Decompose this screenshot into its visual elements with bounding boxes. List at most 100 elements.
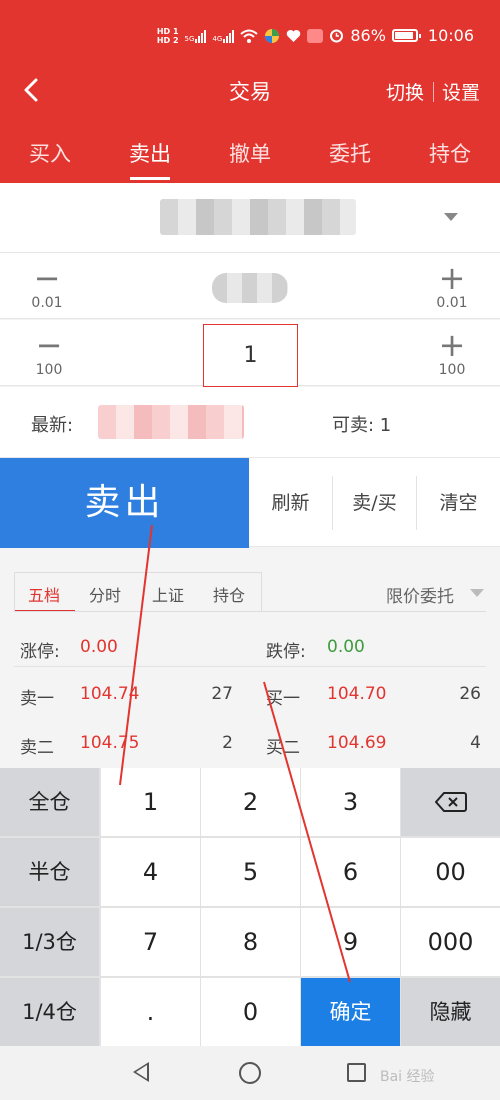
signal-icon: 5G: [185, 29, 207, 43]
chevron-down-icon[interactable]: [470, 589, 484, 597]
watermark: Bai 经验: [380, 1069, 435, 1085]
bid1-label: 买一: [266, 689, 300, 709]
latest-price-redacted: [98, 405, 244, 439]
bid2-price[interactable]: 104.69: [327, 733, 386, 753]
divider: [14, 666, 486, 667]
refresh-button[interactable]: 刷新: [249, 458, 332, 548]
tab-intraday[interactable]: 分时: [89, 582, 121, 606]
key-9[interactable]: 9: [301, 908, 400, 976]
clear-button[interactable]: 清空: [417, 458, 500, 548]
limit-down-label: 跌停:: [266, 642, 306, 662]
bid2-label: 买二: [266, 738, 300, 758]
qty-plus-button[interactable]: + 100: [407, 320, 497, 386]
title-bar: 交易 切换 设置: [0, 70, 500, 112]
bid1-price[interactable]: 104.70: [327, 684, 386, 704]
key-00[interactable]: 00: [401, 838, 500, 906]
nav-home-icon[interactable]: [239, 1062, 261, 1084]
key-8[interactable]: 8: [201, 908, 300, 976]
nav-recents-icon[interactable]: [347, 1063, 366, 1082]
header-divider: [433, 82, 434, 102]
key-quarter-position[interactable]: 1/4仓: [0, 978, 99, 1046]
app-icon: [265, 28, 280, 43]
plus-icon: +: [438, 259, 466, 297]
confirm-button[interactable]: 确定: [301, 978, 400, 1046]
hd-indicator: HD 1 HD 2: [156, 26, 179, 45]
ask2-label: 卖二: [20, 738, 54, 758]
minus-icon: −: [33, 259, 61, 297]
tab-sell[interactable]: 卖出: [100, 138, 200, 168]
sellable-quantity: 可卖: 1: [332, 415, 392, 436]
limit-up-label: 涨停:: [20, 642, 60, 662]
minus-icon: −: [35, 326, 63, 364]
signal-icon-2: 4G: [212, 29, 235, 43]
switch-button[interactable]: 切换: [386, 78, 424, 105]
order-type-select[interactable]: 限价委托: [386, 582, 454, 607]
heart-icon: [287, 29, 301, 42]
price-minus-button[interactable]: − 0.01: [2, 253, 92, 319]
key-full-position[interactable]: 全仓: [0, 768, 99, 836]
chevron-down-icon[interactable]: [444, 213, 458, 221]
tab-cancel[interactable]: 撤单: [200, 138, 300, 168]
key-5[interactable]: 5: [201, 838, 300, 906]
hide-keyboard-button[interactable]: 隐藏: [401, 978, 500, 1046]
status-icons: HD 1 HD 2 5G 4G 86% 10:06: [157, 26, 474, 45]
tab-orders[interactable]: 委托: [300, 138, 400, 168]
clock: 10:06: [427, 26, 474, 45]
key-dot[interactable]: .: [101, 978, 200, 1046]
key-7[interactable]: 7: [101, 908, 200, 976]
tab-buy[interactable]: 买入: [0, 138, 100, 168]
price-stepper: − 0.01 + 0.01: [0, 253, 500, 319]
key-0[interactable]: 0: [201, 978, 300, 1046]
ask1-label: 卖一: [20, 689, 54, 709]
nav-back-icon[interactable]: [133, 1062, 149, 1082]
limit-down-value: 0.00: [327, 637, 365, 657]
ask2-price[interactable]: 104.75: [80, 733, 139, 753]
system-nav-bar: Bai 经验: [0, 1046, 500, 1100]
tab-shanghai-index[interactable]: 上证: [152, 582, 184, 606]
battery-percent: 86%: [350, 26, 386, 45]
sell-buy-button[interactable]: 卖/买: [333, 458, 416, 548]
tab-holdings[interactable]: 持仓: [213, 582, 245, 606]
backspace-key[interactable]: [401, 768, 500, 836]
qty-minus-button[interactable]: − 100: [4, 320, 94, 386]
key-4[interactable]: 4: [101, 838, 200, 906]
quantity-input[interactable]: 1: [203, 324, 298, 387]
latest-price-label: 最新:: [31, 415, 74, 436]
plus-icon: +: [438, 326, 466, 364]
bid2-volume: 4: [470, 733, 481, 753]
limit-up-value: 0.00: [80, 637, 118, 657]
info-row: 最新: 可卖: 1: [0, 387, 500, 457]
ask2-volume: 2: [222, 733, 233, 753]
key-2[interactable]: 2: [201, 768, 300, 836]
quote-panel: 五档 分时 上证 持仓 限价委托 涨停: 0.00 跌停: 0.00 卖一 10…: [0, 548, 500, 768]
active-tab-indicator: [130, 177, 170, 180]
stock-name-redacted: [160, 199, 356, 235]
key-1[interactable]: 1: [101, 768, 200, 836]
key-6[interactable]: 6: [301, 838, 400, 906]
numeric-keypad: 全仓 半仓 1/3仓 1/4仓 1 2 3 4 5 6 00 7 8 9 000…: [0, 768, 500, 1046]
status-bar: HD 1 HD 2 5G 4G 86% 10:06: [0, 0, 500, 70]
trade-tabs: 买入 卖出 撤单 委托 持仓: [0, 112, 500, 183]
stock-selector[interactable]: [0, 183, 500, 253]
key-3[interactable]: 3: [301, 768, 400, 836]
key-third-position[interactable]: 1/3仓: [0, 908, 99, 976]
backspace-icon: [434, 792, 467, 812]
tab-positions[interactable]: 持仓: [400, 138, 500, 168]
key-000[interactable]: 000: [401, 908, 500, 976]
sell-button[interactable]: 卖出: [0, 458, 249, 548]
alarm-icon: [330, 29, 344, 43]
bid1-volume: 26: [459, 684, 481, 704]
price-value-redacted[interactable]: [212, 273, 288, 303]
settings-button[interactable]: 设置: [442, 78, 480, 105]
ask1-price[interactable]: 104.74: [80, 684, 139, 704]
quantity-stepper: − 100 1 + 100: [0, 320, 500, 387]
action-row: 卖出 刷新 卖/买 清空: [0, 457, 500, 548]
page-title: 交易: [229, 80, 271, 104]
battery-icon: [391, 29, 421, 42]
tab-five-levels[interactable]: 五档: [28, 582, 60, 606]
price-plus-button[interactable]: + 0.01: [407, 253, 497, 319]
divider: [14, 611, 486, 612]
key-half-position[interactable]: 半仓: [0, 838, 99, 906]
wifi-icon: [240, 29, 258, 43]
ask1-volume: 27: [211, 684, 233, 704]
